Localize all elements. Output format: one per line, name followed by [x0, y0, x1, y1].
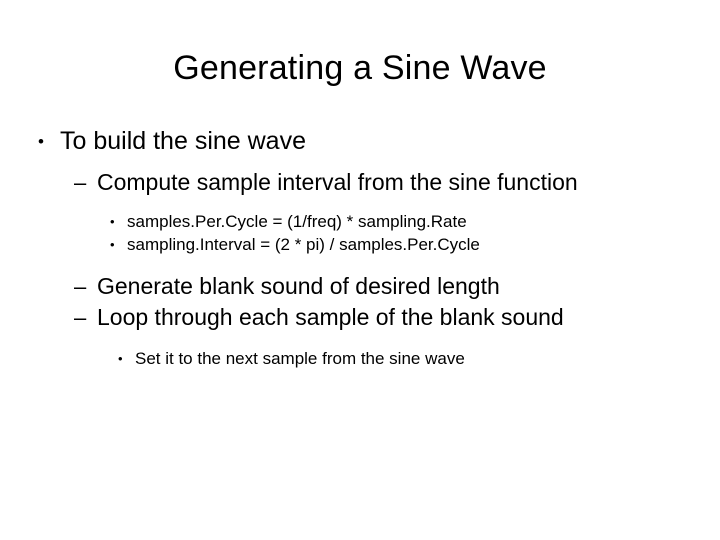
bullet-level3-sampling-interval: • sampling.Interval = (2 * pi) / samples…: [110, 234, 720, 256]
bullet-dot-small-icon: •: [110, 214, 115, 229]
bullet-level2-text: Generate blank sound of desired length: [97, 273, 500, 299]
slide-body: • To build the sine wave – Compute sampl…: [0, 126, 720, 370]
bullet-level3-samples-per-cycle: • samples.Per.Cycle = (1/freq) * samplin…: [110, 211, 720, 233]
bullet-level2-text: Compute sample interval from the sine fu…: [97, 169, 578, 195]
bullet-dash-icon: –: [74, 170, 87, 195]
bullet-level3-text: Set it to the next sample from the sine …: [135, 349, 465, 368]
bullet-dash-icon: –: [74, 274, 87, 299]
bullet-dot-small-icon: •: [110, 237, 115, 252]
bullet-level2-loop-through-samples: – Loop through each sample of the blank …: [74, 303, 720, 332]
bullet-level2-text: Loop through each sample of the blank so…: [97, 304, 564, 330]
bullet-level3-text: sampling.Interval = (2 * pi) / samples.P…: [127, 235, 480, 254]
bullet-level2-generate-blank-sound: – Generate blank sound of desired length: [74, 272, 720, 301]
bullet-level3-text: samples.Per.Cycle = (1/freq) * sampling.…: [127, 212, 467, 231]
bullet-dot-small-icon: •: [118, 351, 123, 366]
bullet-level3-set-next-sample: • Set it to the next sample from the sin…: [118, 348, 720, 370]
bullet-dash-icon: –: [74, 305, 87, 330]
page-title: Generating a Sine Wave: [173, 49, 547, 87]
slide-canvas: Generating a Sine Wave • To build the si…: [0, 0, 720, 540]
bullet-dot-icon: •: [38, 132, 44, 151]
bullet-level1-build-sine-wave: • To build the sine wave: [38, 126, 720, 157]
bullet-level1-text: To build the sine wave: [60, 127, 306, 155]
bullet-level2-compute-sample-interval: – Compute sample interval from the sine …: [74, 168, 720, 197]
